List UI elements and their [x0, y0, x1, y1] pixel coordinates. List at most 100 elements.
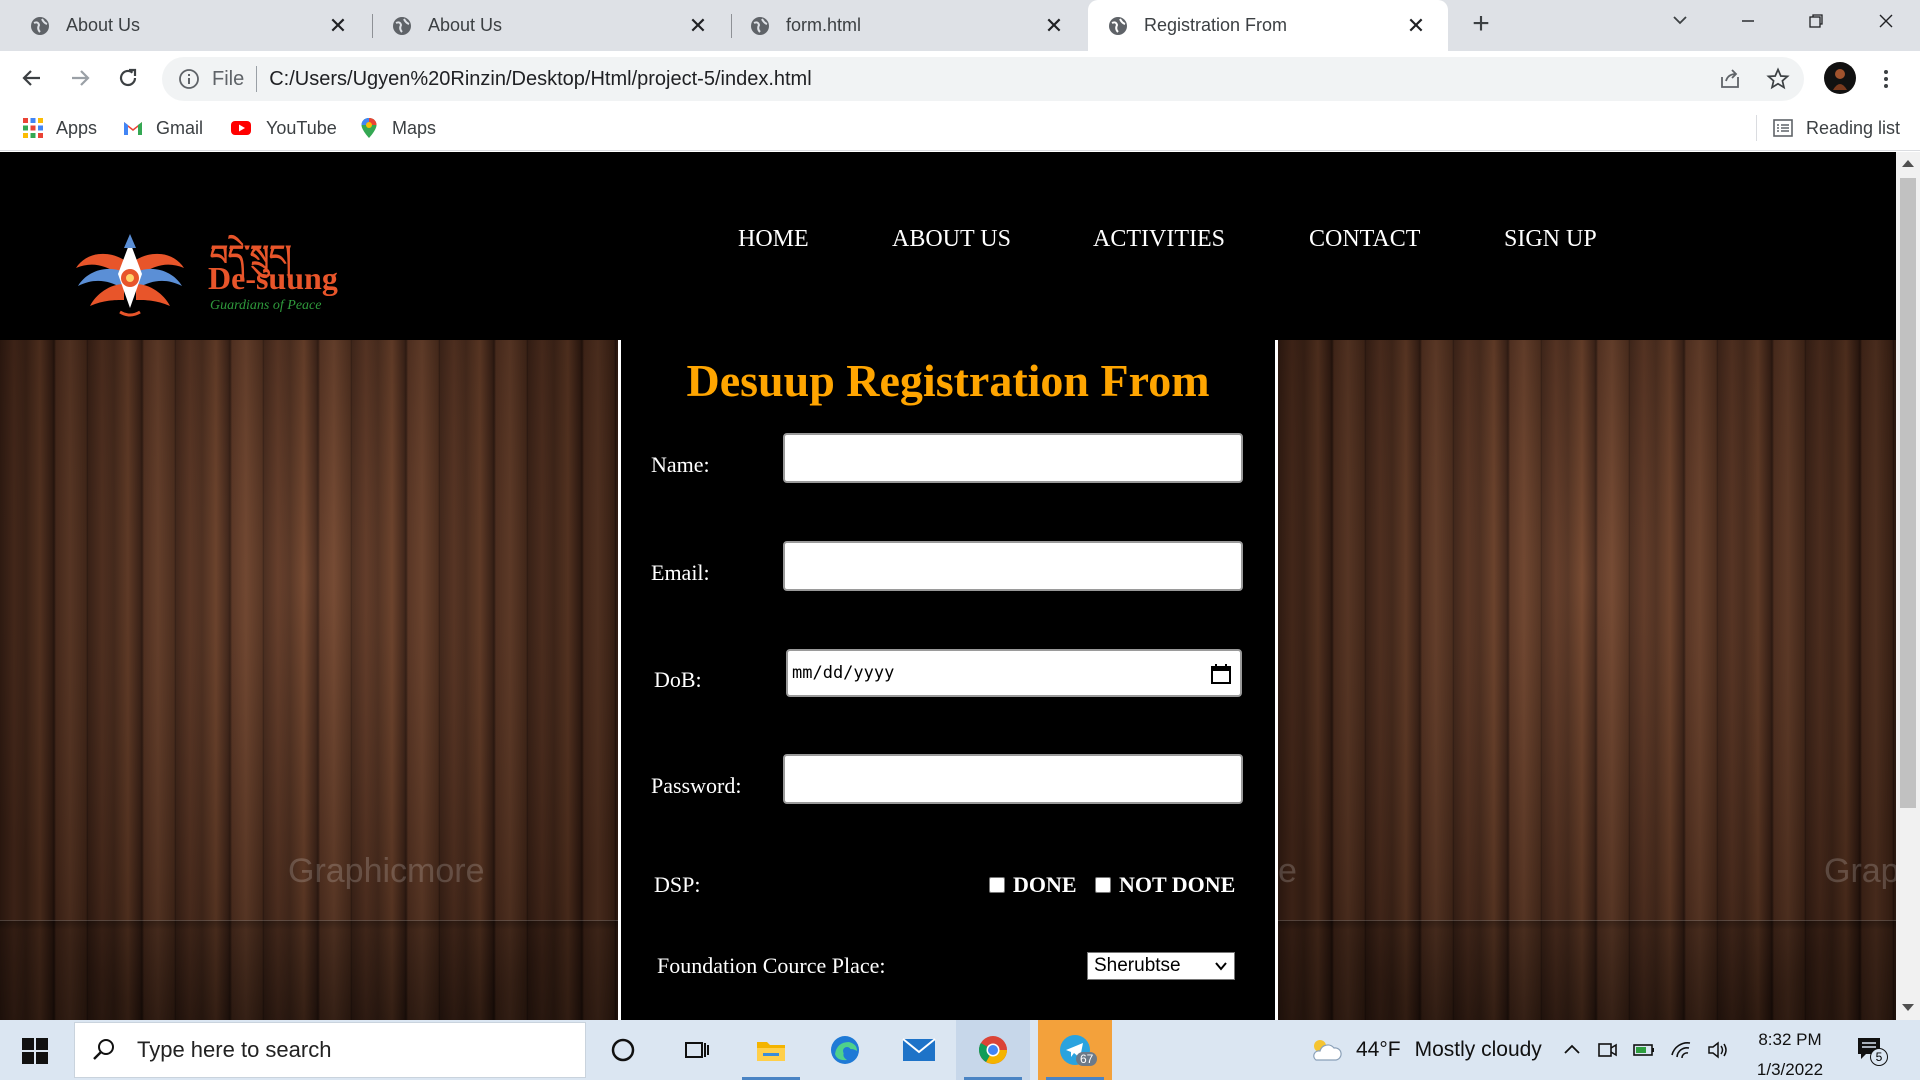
mail-icon[interactable]	[882, 1020, 956, 1080]
bookmark-maps[interactable]: Maps	[358, 115, 436, 141]
bookmarks-bar: Apps Gmail YouTube Maps Reading list	[0, 105, 1920, 151]
globe-icon	[31, 16, 49, 35]
youtube-icon	[231, 121, 251, 135]
nav-contact[interactable]: CONTACT	[1309, 226, 1420, 253]
profile-avatar[interactable]	[1824, 62, 1856, 94]
edge-browser-icon[interactable]	[808, 1020, 882, 1080]
site-header: བདེ་སྲུང། De-suung Guardians of Peace HO…	[0, 152, 1896, 340]
cortana-icon[interactable]	[586, 1020, 660, 1080]
back-arrow-icon[interactable]	[16, 62, 48, 94]
bookmark-apps[interactable]: Apps	[22, 115, 97, 141]
dsp-not-done-checkbox[interactable]	[1095, 877, 1111, 893]
file-explorer-icon[interactable]	[734, 1020, 808, 1080]
name-input[interactable]	[783, 433, 1243, 483]
scrollbar-thumb[interactable]	[1900, 178, 1916, 808]
battery-icon[interactable]	[1632, 1039, 1656, 1061]
weather-temp: 44°F	[1356, 1038, 1401, 1061]
forward-arrow-icon[interactable]	[64, 62, 96, 94]
windows-start-icon[interactable]	[22, 1038, 48, 1064]
url-text[interactable]: C:/Users/Ugyen%20Rinzin/Desktop/Html/pro…	[269, 68, 811, 91]
form-title: Desuup Registration From	[686, 355, 1210, 406]
browser-tab-strip: About Us ✕ About Us ✕ form.html ✕ Regist…	[0, 0, 1920, 51]
tab-registration-from[interactable]: Registration From ✕	[1088, 0, 1448, 51]
close-icon[interactable]: ✕	[1404, 13, 1428, 38]
dob-label: DoB:	[654, 667, 702, 692]
minimize-icon[interactable]	[1728, 8, 1768, 38]
bookmark-star-icon[interactable]	[1766, 67, 1790, 91]
tab-title: About Us	[66, 15, 141, 35]
tray-icons	[1562, 1020, 1730, 1080]
reading-list-icon	[1773, 119, 1793, 137]
reading-list-label: Reading list	[1806, 117, 1901, 138]
close-icon[interactable]: ✕	[1042, 13, 1066, 38]
taskbar-search-box[interactable]: Type here to search	[74, 1022, 586, 1078]
calendar-icon[interactable]	[1210, 663, 1232, 685]
watermark-text-right-cut: Grap	[1824, 852, 1896, 890]
bookmark-youtube[interactable]: YouTube	[228, 115, 337, 141]
wifi-icon[interactable]	[1670, 1039, 1694, 1061]
search-placeholder: Type here to search	[137, 1037, 332, 1062]
tab-about-us-2[interactable]: About Us ✕	[362, 0, 730, 51]
dsp-done-checkbox[interactable]	[989, 877, 1005, 893]
close-icon[interactable]: ✕	[686, 13, 710, 38]
address-bar[interactable]: File C:/Users/Ugyen%20Rinzin/Desktop/Htm…	[162, 57, 1804, 101]
restore-icon[interactable]	[1796, 8, 1836, 38]
new-tab-button[interactable]: +	[1466, 9, 1496, 40]
dsp-label: DSP:	[654, 872, 701, 897]
notifications-count: 5	[1870, 1048, 1888, 1066]
watermark-text: Graphicmore	[288, 852, 485, 890]
maps-pin-icon	[361, 118, 377, 138]
foundation-selected-value: Sherubtse	[1094, 955, 1181, 976]
telegram-badge: 67	[1076, 1052, 1098, 1066]
dsp-not-done-option[interactable]: NOT DONE	[1095, 872, 1235, 898]
telegram-icon[interactable]: 67	[1038, 1020, 1112, 1080]
share-icon[interactable]	[1718, 67, 1742, 91]
logo-name: De-suung	[208, 260, 338, 296]
wood-background-right: e Grap	[1278, 340, 1896, 1020]
bookmark-label: YouTube	[266, 117, 337, 138]
tab-title: form.html	[786, 15, 862, 35]
nav-home[interactable]: HOME	[738, 226, 809, 253]
clock-time: 8:32 PM	[1758, 1030, 1822, 1049]
dsp-done-label: DONE	[1013, 872, 1077, 897]
browser-toolbar: File C:/Users/Ugyen%20Rinzin/Desktop/Htm…	[0, 51, 1920, 105]
weather-widget[interactable]: 44°F Mostly cloudy	[1308, 1020, 1542, 1080]
meet-now-icon[interactable]	[1596, 1039, 1618, 1061]
system-clock[interactable]: 8:32 PM 1/3/2022	[1740, 1028, 1840, 1082]
close-window-icon[interactable]	[1866, 8, 1906, 38]
tab-about-us-1[interactable]: About Us ✕	[0, 0, 370, 51]
gmail-icon	[124, 122, 142, 135]
close-icon[interactable]: ✕	[326, 13, 350, 38]
bookmark-label: Apps	[56, 117, 98, 138]
scroll-up-arrow-icon[interactable]	[1902, 160, 1914, 167]
task-view-icon[interactable]	[660, 1020, 734, 1080]
clock-date: 1/3/2022	[1756, 1060, 1824, 1079]
tab-form-html[interactable]: form.html ✕	[720, 0, 1086, 51]
tab-search-chevron-icon[interactable]	[1660, 8, 1700, 38]
tab-title: Registration From	[1144, 15, 1288, 35]
site-logo[interactable]: བདེ་སྲུང། De-suung Guardians of Peace	[74, 228, 374, 322]
volume-icon[interactable]	[1706, 1039, 1730, 1061]
chevron-up-icon[interactable]	[1562, 1040, 1582, 1060]
foundation-place-select[interactable]: Sherubtse	[1087, 952, 1235, 980]
notification-center-button[interactable]: 5	[1856, 1036, 1888, 1067]
dsp-done-option[interactable]: DONE	[989, 872, 1077, 898]
dob-placeholder: mm/dd/yyyy	[792, 663, 895, 683]
bookmark-gmail[interactable]: Gmail	[122, 115, 203, 141]
reading-list-button[interactable]: Reading list	[1772, 115, 1900, 141]
nav-activities[interactable]: ACTIVITIES	[1093, 226, 1225, 253]
nav-about-us[interactable]: ABOUT US	[892, 226, 1011, 253]
more-menu-icon[interactable]	[1874, 67, 1898, 91]
dob-date-input[interactable]: mm/dd/yyyy	[786, 649, 1242, 697]
scroll-down-arrow-icon[interactable]	[1902, 1004, 1914, 1011]
password-input[interactable]	[783, 754, 1243, 804]
info-icon[interactable]	[178, 68, 200, 90]
page-scrollbar[interactable]	[1896, 152, 1920, 1020]
reload-icon[interactable]	[112, 62, 144, 94]
chrome-icon[interactable]	[956, 1020, 1030, 1080]
scheme-label: File	[212, 67, 245, 90]
email-input[interactable]	[783, 541, 1243, 591]
tab-title: About Us	[428, 15, 503, 35]
nav-sign-up[interactable]: SIGN UP	[1504, 226, 1597, 253]
wood-background-left: Graphicmore	[0, 340, 618, 1020]
